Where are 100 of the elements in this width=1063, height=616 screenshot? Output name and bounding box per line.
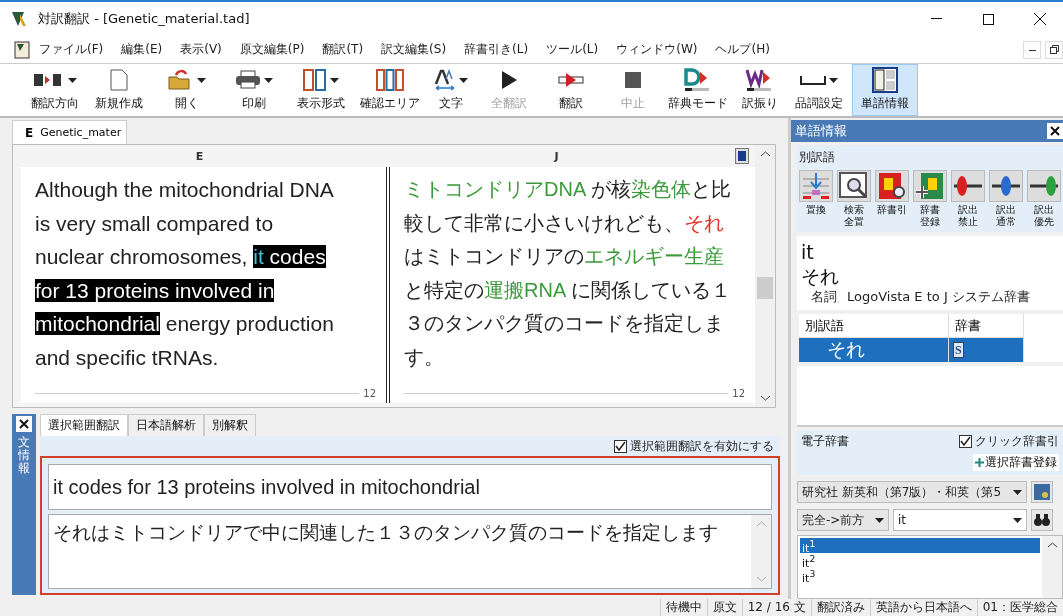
toolbar-button[interactable]: 新規作成 xyxy=(88,64,150,116)
mode-dropdown[interactable]: 完全->前方 xyxy=(797,509,889,531)
caret-icon xyxy=(330,77,339,83)
result-item[interactable]: it$^{2}$ xyxy=(800,553,1040,568)
word-tool-button[interactable]: 置換 xyxy=(799,170,833,228)
caret-icon xyxy=(197,77,206,83)
toolbar-button[interactable]: 印刷 xyxy=(224,64,284,116)
word-tool-button[interactable]: 辞書 登録 xyxy=(913,170,947,228)
word-tool-button[interactable]: 訳出 禁止 xyxy=(951,170,985,228)
dictionary-info-button[interactable] xyxy=(1031,481,1053,503)
word-tool-button[interactable]: 辞書引 xyxy=(875,170,909,228)
section-label: 電子辞書 xyxy=(801,433,849,450)
source-field[interactable]: it codes for 13 proteins involved in mitochondrial xyxy=(48,464,772,510)
caret-icon xyxy=(1013,517,1022,523)
result-item[interactable]: it$^{3}$ xyxy=(800,568,1040,583)
panel-title: 文情報 xyxy=(18,436,30,476)
menu-item[interactable]: 編集(E) xyxy=(112,41,172,58)
caret-icon xyxy=(68,77,77,83)
menu-item[interactable]: 翻訳(T) xyxy=(313,41,373,58)
tab[interactable]: 別解釈 xyxy=(204,414,256,436)
translate-arrow-icon xyxy=(558,72,584,88)
checkbox[interactable] xyxy=(614,439,627,453)
word-assign-icon xyxy=(746,68,774,92)
bead-center-icon xyxy=(989,170,1023,202)
menu-item[interactable]: ウィンドウ(W) xyxy=(607,41,707,58)
close-button[interactable] xyxy=(1047,123,1063,139)
panel-title: 単語情報 xyxy=(795,122,847,140)
register-button[interactable]: 選択辞書登録 xyxy=(973,454,1059,471)
toolbar-button[interactable]: 表示形式 xyxy=(286,64,356,116)
dictionary-dropdown[interactable]: 研究社 新英和（第7版）・和英（第5 xyxy=(797,481,1027,503)
toolbar-button[interactable]: 翻訳方向 xyxy=(24,64,86,116)
caret-icon xyxy=(264,77,273,83)
scrollbar[interactable] xyxy=(1042,536,1062,598)
word-tool-button[interactable]: 訳出 優先 xyxy=(1027,170,1061,228)
menu-item[interactable]: ツール(L) xyxy=(537,41,608,58)
play-icon xyxy=(500,70,518,90)
toolbar-button[interactable]: 訳振り xyxy=(734,64,786,116)
result-item[interactable]: it$^{1}$ xyxy=(800,538,1040,553)
scroll-up-icon[interactable] xyxy=(760,151,770,157)
scroll-down-icon[interactable] xyxy=(760,395,770,401)
toolbar-button[interactable]: 翻訳 xyxy=(540,64,602,116)
table-cell[interactable]: それ xyxy=(799,338,949,362)
two-column-icon xyxy=(303,69,327,91)
toolbar-button[interactable]: 開く xyxy=(152,64,222,116)
restore-button[interactable] xyxy=(1045,40,1063,59)
scroll-up-icon[interactable] xyxy=(1047,542,1057,548)
panel-layout-icon xyxy=(872,67,898,93)
map-icon xyxy=(1034,484,1050,500)
search-field[interactable]: it xyxy=(893,509,1027,531)
toolbar-button[interactable]: 確認エリア xyxy=(358,64,422,116)
dictionary-name: LogoVista E to J システム辞書 xyxy=(847,288,1030,306)
binoculars-icon xyxy=(1034,513,1050,527)
column-header: E xyxy=(194,149,205,163)
caret-icon xyxy=(459,77,468,83)
status-field: 翻訳済み xyxy=(810,599,870,616)
target-sentence: ミトコンドリアDNA が核染色体と比較して非常に小さいけれども、それ はミトコンドリアのエネルギー生産 と特定の運搬RNA に関係している１３のタンパク質のコードを指定します。 xyxy=(404,177,732,370)
word-tool-button[interactable]: 検索 全置 xyxy=(837,170,871,228)
toolbar-button[interactable]: 単語情報 xyxy=(852,64,918,116)
page-number: 12 xyxy=(363,388,376,399)
tab[interactable]: 日本語解析 xyxy=(128,414,204,436)
dictionary-add-icon xyxy=(913,170,947,202)
restore-icon xyxy=(1049,45,1059,54)
bead-right-icon xyxy=(1027,170,1061,202)
translation-word: それ xyxy=(801,264,840,288)
close-button[interactable] xyxy=(16,416,32,432)
page-number: 12 xyxy=(732,388,745,399)
toolbar-button[interactable]: 文字 xyxy=(424,64,478,116)
menu-item[interactable]: 辞書引き(L) xyxy=(455,41,538,58)
toolbar-button[interactable]: 品詞設定 xyxy=(788,64,850,116)
font-icon xyxy=(434,69,456,91)
dictionary-lookup-icon xyxy=(875,170,909,202)
menu-item[interactable]: ファイル(F) xyxy=(30,41,113,58)
bead-left-icon xyxy=(951,170,985,202)
menu-item[interactable]: 訳文編集(S) xyxy=(372,41,456,58)
toolbar-button[interactable]: 辞典モード xyxy=(664,64,732,116)
close-icon xyxy=(1034,13,1046,25)
status-field: 原文 xyxy=(706,599,742,616)
printer-icon xyxy=(235,70,261,90)
dictionary-tag: S xyxy=(953,342,964,358)
caret-icon xyxy=(1013,489,1022,495)
word-tool-button[interactable]: 訳出 通常 xyxy=(989,170,1023,228)
note-icon[interactable] xyxy=(735,148,749,164)
document-tab[interactable]: E Genetic_mater xyxy=(12,120,127,144)
checkbox[interactable] xyxy=(959,435,972,448)
status-field: 12 / 16 文 xyxy=(741,599,811,616)
menu-item[interactable]: 表示(V) xyxy=(171,41,231,58)
minimize-icon xyxy=(930,18,942,20)
column-header: J xyxy=(553,149,560,163)
window-title: 対訳翻訳 - [Genetic_material.tad] xyxy=(38,10,251,28)
tab[interactable]: 選択範囲翻訳 xyxy=(40,414,128,436)
scrollbar[interactable] xyxy=(755,145,775,407)
status-field: 英語から日本語へ xyxy=(869,599,977,616)
caret-icon xyxy=(829,77,838,83)
menu-item[interactable]: 原文編集(P) xyxy=(230,41,314,58)
search-replace-icon xyxy=(837,170,871,202)
scroll-thumb[interactable] xyxy=(757,277,773,299)
menu-item[interactable]: ヘルプ(H) xyxy=(706,41,779,58)
table-cell[interactable]: S xyxy=(949,338,1024,362)
search-button[interactable] xyxy=(1031,509,1053,531)
replace-icon xyxy=(799,170,833,202)
